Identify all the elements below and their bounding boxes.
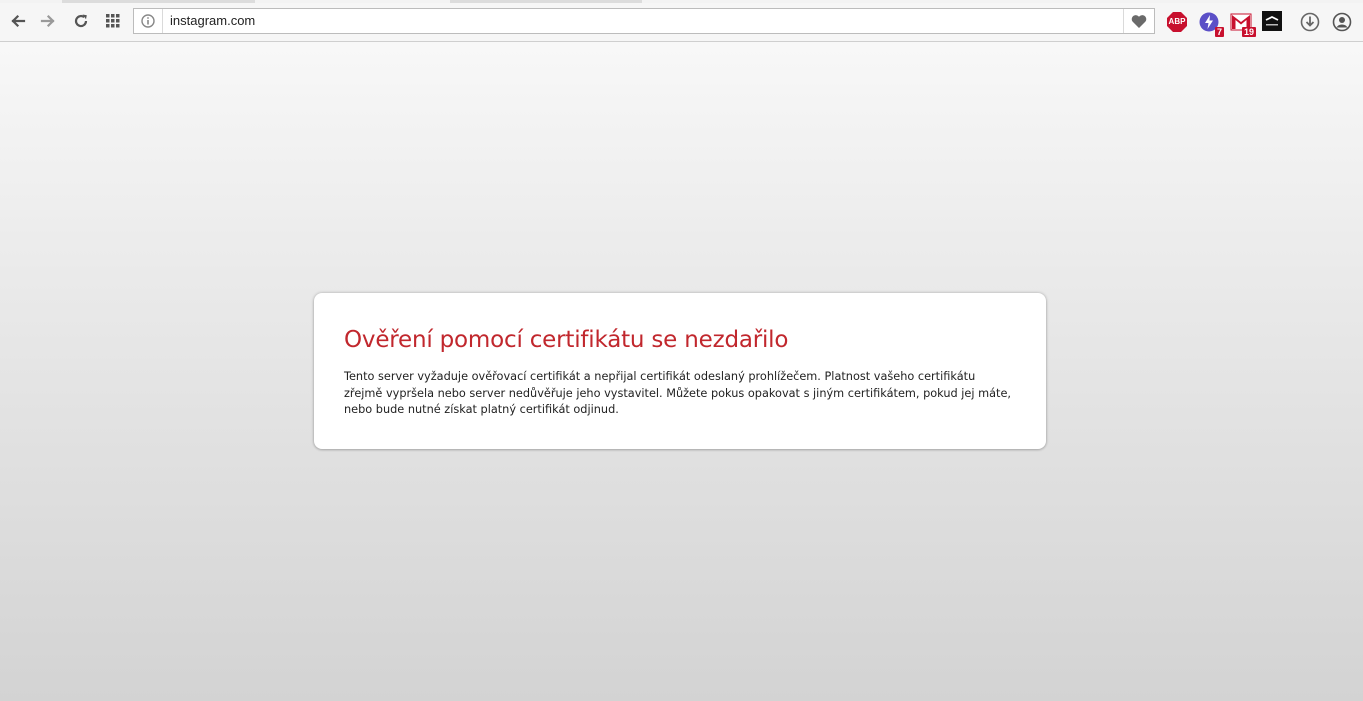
downloads-button[interactable] <box>1299 11 1321 33</box>
heart-icon <box>1131 14 1147 28</box>
reload-icon <box>74 14 88 28</box>
gmail-badge: 19 <box>1241 27 1256 37</box>
certificate-error-card: Ověření pomocí certifikátu se nezdařilo … <box>314 293 1046 449</box>
profile-button[interactable] <box>1331 11 1353 33</box>
site-info-button[interactable] <box>134 9 163 33</box>
adblock-plus-extension[interactable]: ABP <box>1166 11 1188 33</box>
error-title: Ověření pomocí certifikátu se nezdařilo <box>344 327 789 353</box>
notifier-badge: 7 <box>1214 27 1224 37</box>
reload-button[interactable] <box>69 9 93 33</box>
forward-button[interactable] <box>36 9 60 33</box>
back-arrow-icon <box>11 14 26 28</box>
grid-icon <box>106 14 120 28</box>
address-bar[interactable]: instagram.com <box>133 8 1155 34</box>
steam-extension[interactable] <box>1262 11 1284 33</box>
url-text[interactable]: instagram.com <box>170 9 255 33</box>
back-button[interactable] <box>6 9 30 33</box>
gmail-extension[interactable]: 19 <box>1230 11 1256 37</box>
forward-arrow-icon <box>40 14 55 28</box>
steam-icon <box>1262 11 1282 31</box>
download-icon <box>1300 12 1320 32</box>
speed-dial-button[interactable] <box>101 9 125 33</box>
adblock-label: ABP <box>1168 17 1186 26</box>
notifier-extension[interactable]: 7 <box>1198 11 1224 37</box>
error-message: Tento server vyžaduje ověřovací certifik… <box>344 370 1012 416</box>
bookmark-button[interactable] <box>1123 9 1154 33</box>
profile-icon <box>1332 12 1352 32</box>
info-icon <box>141 14 155 28</box>
browser-toolbar: instagram.com ABP 7 19 <box>0 3 1363 42</box>
